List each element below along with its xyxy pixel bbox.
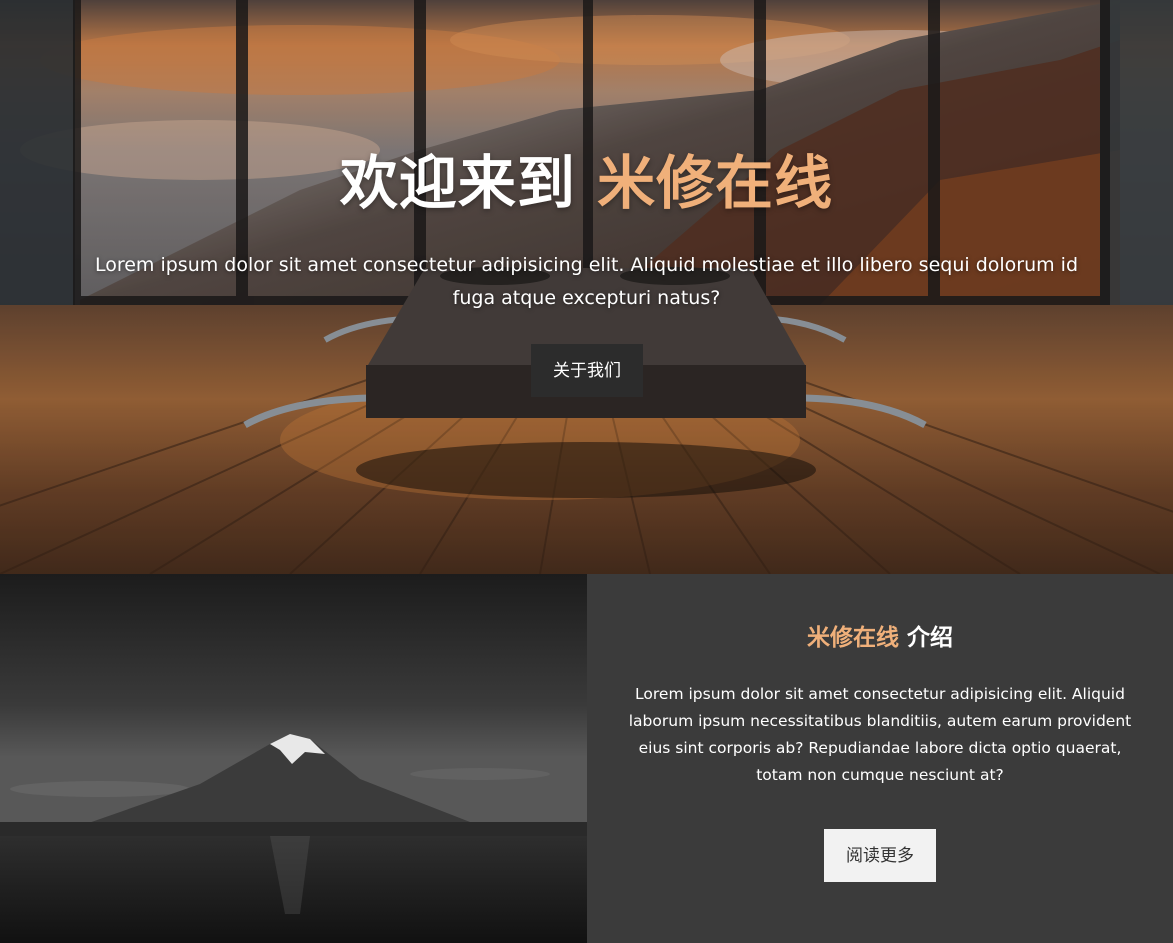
about-description: Lorem ipsum dolor sit amet consectetur a… <box>628 685 1132 784</box>
about-panel: 米修在线 介绍 Lorem ipsum dolor sit amet conse… <box>587 574 1173 943</box>
read-more-button[interactable]: 阅读更多 <box>824 829 936 882</box>
hero-section: 欢迎来到 米修在线 Lorem ipsum dolor sit amet con… <box>0 0 1173 574</box>
hero-description: Lorem ipsum dolor sit amet consectetur a… <box>94 254 1079 309</box>
hero-title: 欢迎来到 米修在线 <box>0 145 1173 221</box>
about-title-main: 介绍 <box>898 625 953 651</box>
about-image <box>0 574 587 943</box>
about-us-button[interactable]: 关于我们 <box>531 344 643 397</box>
hero-title-main: 欢迎来到 <box>339 149 598 217</box>
about-title: 米修在线 介绍 <box>587 621 1173 655</box>
about-section: 米修在线 介绍 Lorem ipsum dolor sit amet conse… <box>0 574 1173 943</box>
about-title-accent: 米修在线 <box>806 625 899 651</box>
hero-title-accent: 米修在线 <box>597 149 834 217</box>
